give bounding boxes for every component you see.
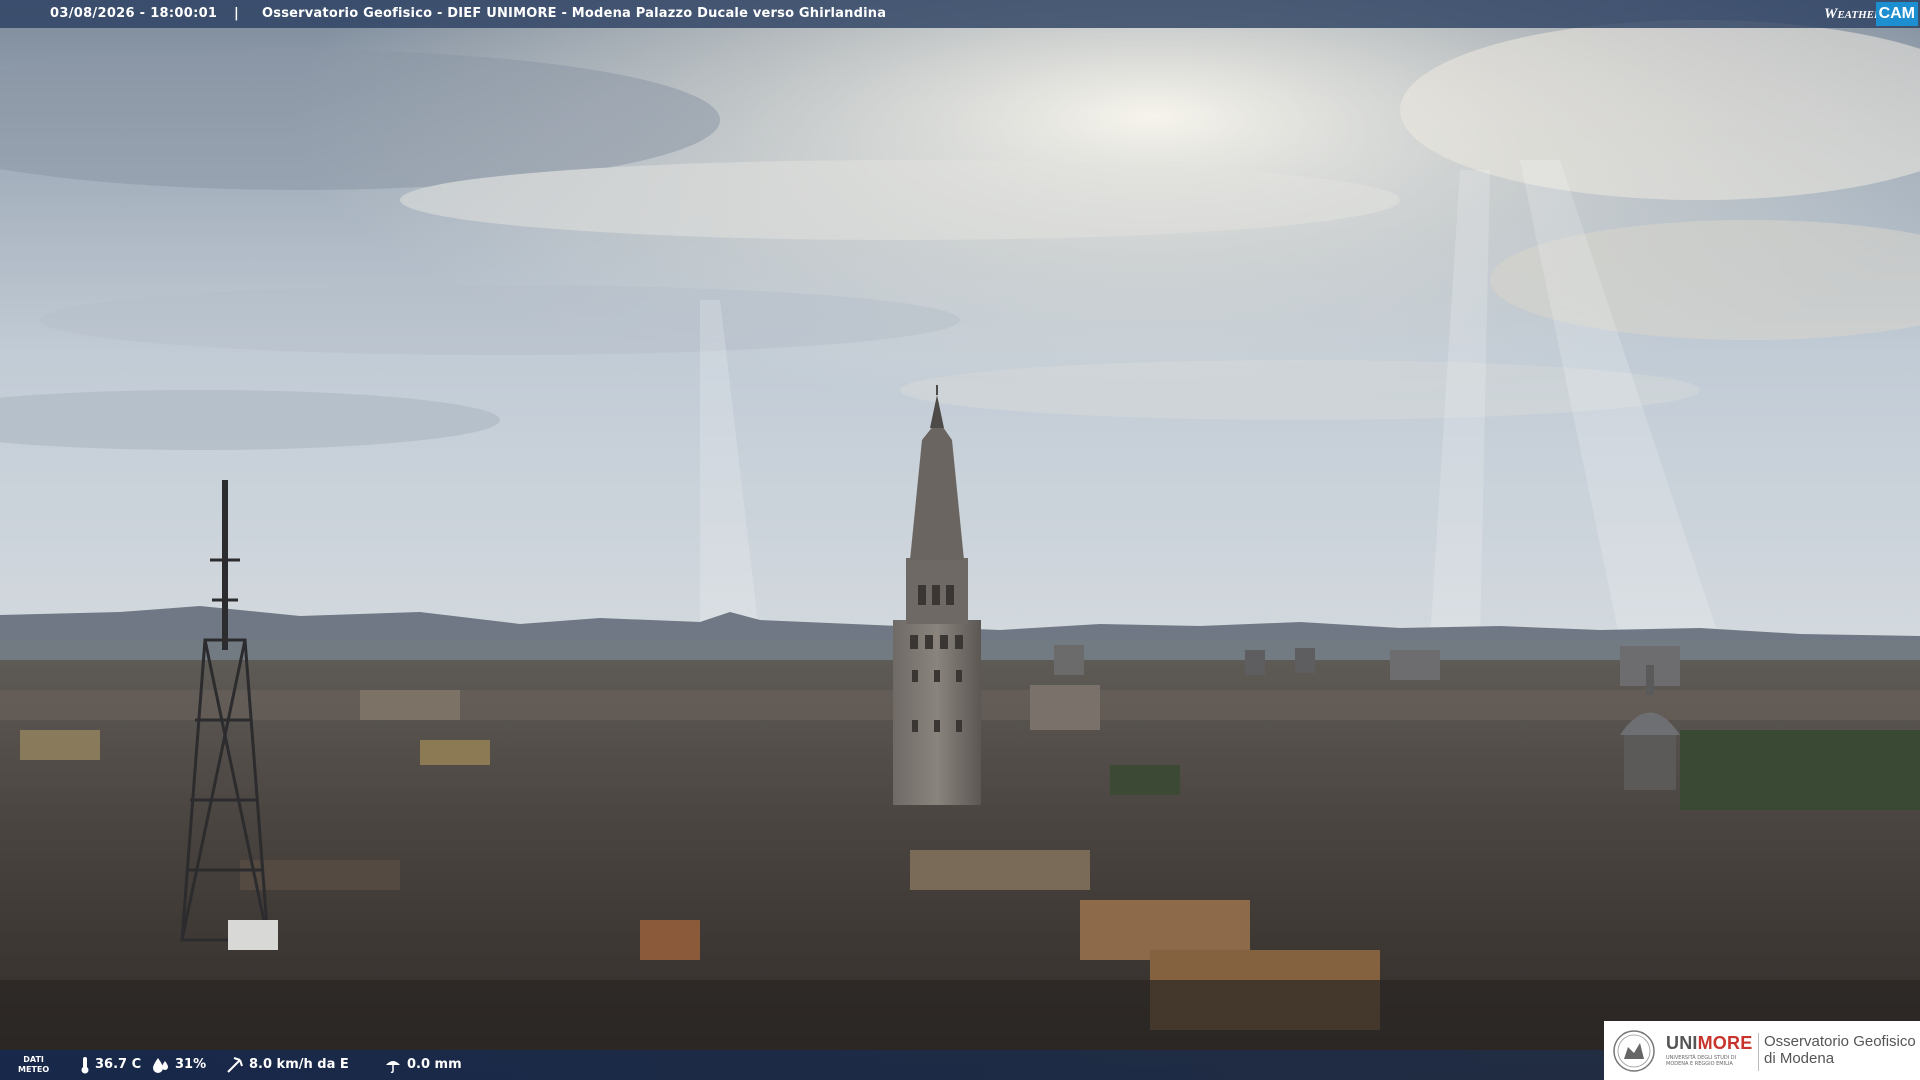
rain-value: 0.0 mm	[407, 1057, 462, 1072]
brand-weather-text: Weather	[1824, 6, 1882, 22]
unimore-logo: UNIMORE UNIVERSITÀ DEGLI STUDI DI MODENA…	[1604, 1021, 1920, 1080]
more-text: MORE	[1697, 1033, 1753, 1053]
rain-icon	[386, 1061, 400, 1073]
top-info-bar: 03/08/2026 - 18:00:01 | Osservatorio Geo…	[0, 0, 1920, 28]
meteo-label: METEO	[18, 1065, 50, 1074]
webcam-image	[0, 0, 1920, 1080]
uni-text: UNI	[1666, 1033, 1698, 1053]
observatory-line2: di Modena	[1764, 1050, 1835, 1067]
humidity-value: 31%	[175, 1057, 207, 1072]
observatory-line1: Osservatorio Geofisico	[1764, 1033, 1916, 1050]
unimore-wordmark: UNIMORE	[1666, 1033, 1752, 1054]
weathercam-logo: Weather CAM	[1816, 0, 1920, 28]
dati-meteo-label: DATI METEO	[18, 1055, 49, 1075]
university-subtitle: UNIVERSITÀ DEGLI STUDI DI MODENA E REGGI…	[1666, 1055, 1737, 1067]
temperature-value: 36.7 C	[95, 1057, 142, 1072]
humidity-reading: 31%	[152, 1050, 206, 1080]
logo-divider	[1758, 1033, 1759, 1071]
university-seal-icon	[1613, 1030, 1655, 1072]
humidity-drop-icon	[153, 1058, 168, 1073]
separator: |	[234, 6, 239, 21]
observatory-name: Osservatorio Geofisico di Modena	[1764, 1033, 1916, 1067]
thermometer-icon	[81, 1057, 89, 1074]
camera-title: Osservatorio Geofisico - DIEF UNIMORE - …	[262, 6, 887, 21]
temperature-reading: 36.7 C	[80, 1050, 141, 1080]
dati-label: DATI	[23, 1055, 44, 1064]
wind-icon	[227, 1057, 243, 1073]
wind-reading: 8.0 km/h da E	[226, 1050, 349, 1080]
brand-cam-text: CAM	[1875, 2, 1918, 26]
weather-data-bar: DATI METEO 36.7 C 31% 8.0 km/h da E 0.0 …	[0, 1050, 1604, 1080]
wind-value: 8.0 km/h da E	[249, 1057, 349, 1072]
rain-reading: 0.0 mm	[384, 1050, 462, 1080]
timestamp: 03/08/2026 - 18:00:01	[50, 6, 218, 21]
